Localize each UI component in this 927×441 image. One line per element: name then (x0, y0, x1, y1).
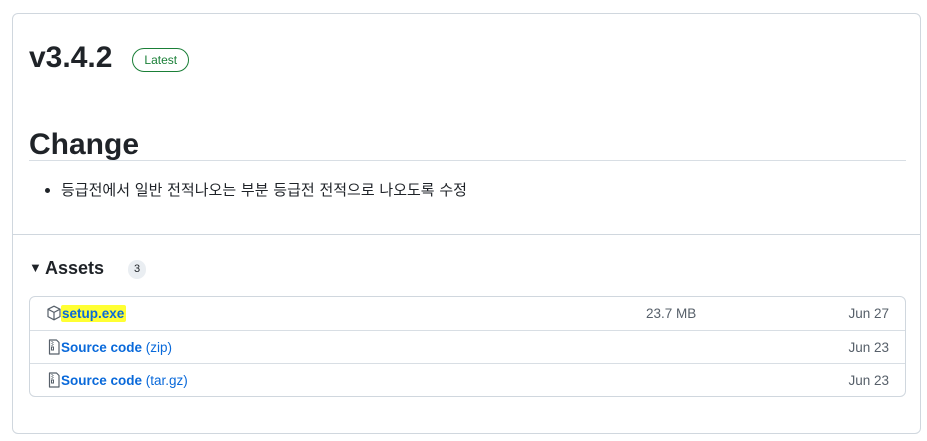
assets-count-badge: 3 (128, 259, 147, 279)
release-card: v3.4.2 Latest Change 등급전에서 일반 전적나오는 부분 등… (12, 13, 921, 434)
release-note-item: 등급전에서 일반 전적나오는 부분 등급전 전적으로 나오도록 수정 (61, 179, 467, 201)
release-notes-list: 등급전에서 일반 전적나오는 부분 등급전 전적으로 나오도록 수정 (29, 179, 467, 201)
notes-heading: Change (29, 128, 140, 161)
latest-badge: Latest (132, 48, 190, 72)
assets-toggle[interactable]: ▼ Assets 3 (29, 257, 147, 279)
asset-link-source-targz[interactable]: Source code (tar.gz) (61, 372, 188, 389)
assets-label: Assets (45, 258, 105, 278)
asset-date: Jun 23 (848, 373, 889, 388)
heading-divider (29, 160, 906, 161)
package-icon (47, 305, 61, 321)
release-title[interactable]: v3.4.2 (29, 40, 112, 76)
asset-row-source-targz: Source code (tar.gz) Jun 23 (30, 363, 905, 396)
assets-list: setup.exe 23.7 MB Jun 27 Source code (zi… (29, 296, 906, 397)
asset-link-setup-exe[interactable]: setup.exe (61, 305, 127, 322)
asset-row-setup-exe: setup.exe 23.7 MB Jun 27 (30, 297, 905, 330)
asset-suffix: (tar.gz) (145, 373, 188, 388)
caret-down-icon: ▼ (29, 260, 42, 275)
file-zip-icon (48, 372, 60, 388)
asset-date: Jun 23 (848, 340, 889, 355)
file-zip-icon (48, 339, 60, 355)
asset-suffix: (zip) (145, 340, 173, 355)
card-divider (13, 234, 920, 235)
release-header: v3.4.2 Latest (29, 40, 190, 76)
asset-size: 23.7 MB (646, 306, 697, 321)
asset-name-text: Source code (61, 340, 143, 355)
asset-name-text: Source code (61, 373, 143, 388)
asset-date: Jun 27 (848, 306, 889, 321)
asset-row-source-zip: Source code (zip) Jun 23 (30, 330, 905, 363)
asset-link-source-zip[interactable]: Source code (zip) (61, 339, 172, 356)
